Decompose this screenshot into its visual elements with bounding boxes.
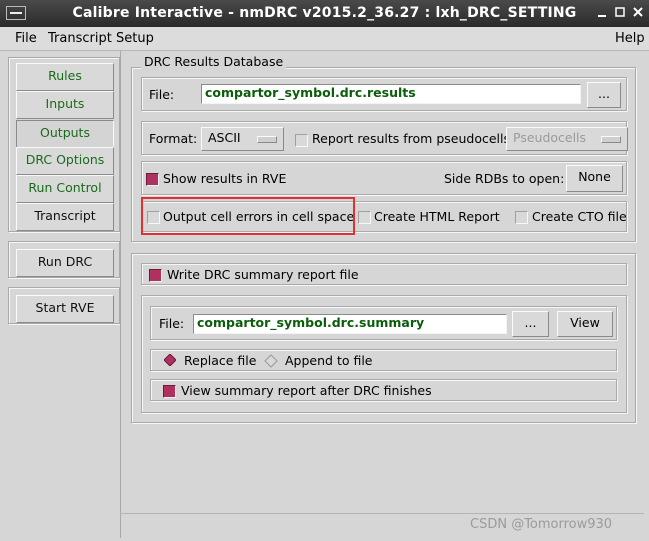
dropdown-bar-icon: [257, 136, 277, 143]
window-title: Calibre Interactive - nmDRC v2015.2_36.2…: [72, 5, 577, 21]
view-after-checkbox[interactable]: [163, 385, 176, 398]
show-rve-label: Show results in RVE: [163, 171, 287, 186]
html-report-checkbox[interactable]: [358, 211, 371, 224]
results-file-input[interactable]: compartor_symbol.drc.results: [201, 84, 581, 104]
pseudocells-checkbox[interactable]: [295, 134, 308, 147]
nav-run-control-button[interactable]: Run Control: [16, 175, 114, 203]
summary-file-browse-button[interactable]: ...: [512, 311, 549, 337]
pseudocells-label: Report results from pseudocells in:: [312, 131, 530, 146]
summary-file-label: File:: [159, 316, 185, 331]
side-rdbs-button[interactable]: None: [566, 165, 623, 192]
results-file-label: File:: [149, 87, 175, 102]
menu-transcript[interactable]: Transcript: [48, 31, 112, 46]
show-rve-checkbox[interactable]: [146, 173, 159, 186]
format-label: Format:: [149, 131, 198, 146]
window-title-bar[interactable]: Calibre Interactive - nmDRC v2015.2_36.2…: [0, 0, 649, 27]
cto-file-label: Create CTO file: [532, 209, 627, 224]
run-drc-button[interactable]: Run DRC: [16, 249, 114, 277]
start-rve-button[interactable]: Start RVE: [16, 295, 114, 323]
format-value: ASCII: [208, 130, 241, 145]
replace-file-label: Replace file: [184, 353, 257, 368]
write-summary-label: Write DRC summary report file: [167, 267, 359, 282]
highlight-box: [141, 197, 355, 235]
nav-outputs-button[interactable]: Outputs: [16, 120, 114, 148]
maximize-icon[interactable]: [613, 6, 627, 20]
append-file-label: Append to file: [285, 353, 373, 368]
html-report-label: Create HTML Report: [374, 209, 500, 224]
summary-file-input[interactable]: compartor_symbol.drc.summary: [193, 314, 507, 334]
cto-file-checkbox[interactable]: [515, 211, 528, 224]
nav-transcript-button[interactable]: Transcript: [16, 203, 114, 231]
nav-inputs-button[interactable]: Inputs: [16, 91, 114, 119]
minimize-icon[interactable]: [595, 6, 609, 20]
watermark-text: CSDN @Tomorrow930: [470, 517, 613, 532]
format-select[interactable]: ASCII: [201, 127, 284, 151]
menu-help[interactable]: Help: [615, 31, 645, 46]
results-db-group-title: DRC Results Database: [141, 54, 287, 69]
close-icon[interactable]: [631, 6, 645, 20]
append-file-radio[interactable]: [264, 354, 278, 368]
pseudocells-value: Pseudocells: [513, 130, 587, 145]
write-summary-checkbox[interactable]: [149, 269, 162, 282]
dropdown-bar-icon: [601, 136, 621, 143]
summary-view-button[interactable]: View: [557, 311, 613, 337]
results-file-browse-button[interactable]: ...: [587, 82, 621, 108]
view-after-label: View summary report after DRC finishes: [181, 383, 432, 398]
menu-setup[interactable]: Setup: [116, 31, 154, 46]
pseudocells-select[interactable]: Pseudocells: [506, 127, 628, 151]
nav-drc-options-button[interactable]: DRC Options: [16, 147, 114, 175]
side-rdbs-label: Side RDBs to open:: [444, 171, 565, 186]
menu-file[interactable]: File: [15, 31, 37, 46]
menu-bar: File Transcript Setup Help: [0, 27, 649, 51]
nav-rules-button[interactable]: Rules: [16, 63, 114, 91]
replace-file-radio[interactable]: [163, 353, 177, 367]
